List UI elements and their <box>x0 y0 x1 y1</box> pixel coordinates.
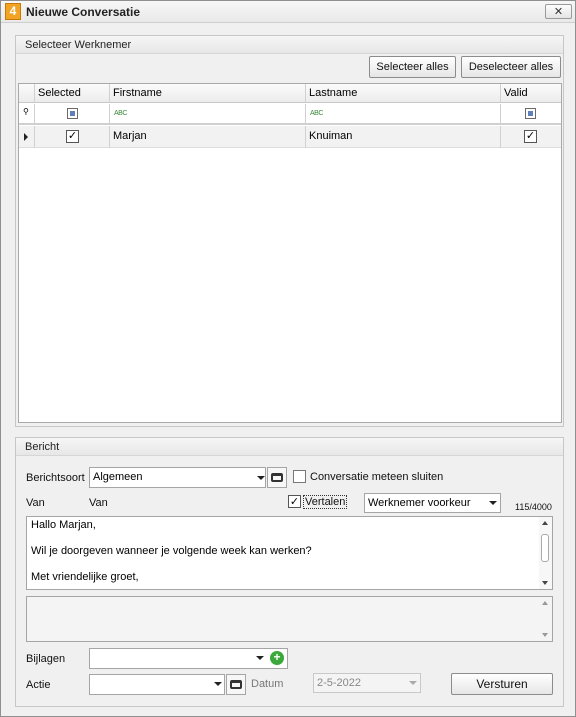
chevron-down-icon <box>214 682 222 686</box>
translate-label[interactable]: Vertalen <box>303 495 348 509</box>
app-icon: 4 <box>5 3 21 20</box>
attachments-select[interactable]: + <box>89 648 288 669</box>
filter-selected-checkbox[interactable] <box>67 108 78 119</box>
date-label: Datum <box>251 678 284 690</box>
binoculars-button[interactable] <box>267 467 287 488</box>
secondary-scrollbar[interactable] <box>539 597 552 641</box>
date-picker: 2-5-2022 <box>313 673 421 693</box>
abc-filter-icon: ABC <box>310 110 323 117</box>
scroll-up-icon <box>542 601 548 605</box>
dialog-window: 4 Nieuwe Conversatie ✕ Selecteer Werknem… <box>0 0 576 717</box>
message-line: Met vriendelijke groet, <box>31 571 139 583</box>
filter-valid[interactable] <box>501 104 561 125</box>
action-select[interactable] <box>89 674 225 695</box>
binoculars-icon <box>230 680 242 689</box>
selected-checkbox[interactable]: ✓ <box>66 130 79 143</box>
date-value: 2-5-2022 <box>317 677 362 689</box>
close-button[interactable]: ✕ <box>545 4 572 19</box>
message-group-caption: Bericht <box>25 441 60 453</box>
current-row-arrow-icon <box>24 133 28 141</box>
column-header-firstname[interactable]: Firstname <box>110 84 306 103</box>
cell-valid[interactable]: ✓ <box>501 126 561 148</box>
message-type-select[interactable]: Algemeen <box>89 467 266 488</box>
add-attachment-icon[interactable]: + <box>270 651 284 665</box>
select-all-button[interactable]: Selecteer alles <box>369 56 456 78</box>
employee-group-caption: Selecteer Werknemer <box>25 39 132 51</box>
chevron-down-icon <box>409 681 417 685</box>
grid-header-indicator <box>19 84 35 103</box>
from-value: Van <box>89 497 108 509</box>
deselect-all-button[interactable]: Deselecteer alles <box>461 56 561 78</box>
character-count: 115/4000 <box>515 502 552 512</box>
cell-selected[interactable]: ✓ <box>35 126 110 148</box>
column-header-lastname[interactable]: Lastname <box>306 84 501 103</box>
filter-row-indicator: ⚲ <box>19 104 35 125</box>
binoculars-icon <box>271 473 283 482</box>
title-bar[interactable]: 4 Nieuwe Conversatie ✕ <box>1 1 575 23</box>
scroll-up-icon <box>542 521 548 525</box>
message-line: Hallo Marjan, <box>31 519 96 531</box>
translate-language-select[interactable]: Werknemer voorkeur <box>364 493 501 513</box>
message-line <box>31 558 312 571</box>
translate-checkbox[interactable]: ✓ <box>288 495 301 508</box>
cell-lastname[interactable]: Knuiman <box>306 126 501 148</box>
message-body-text: Hallo Marjan, Wil je doorgeven wanneer j… <box>31 519 312 584</box>
filter-firstname[interactable]: ABC <box>110 104 306 125</box>
scroll-thumb[interactable] <box>541 534 549 562</box>
cell-firstname[interactable]: Marjan <box>110 126 306 148</box>
message-body-textarea[interactable]: Hallo Marjan, Wil je doorgeven wanneer j… <box>26 516 553 590</box>
message-type-label: Berichtsoort <box>26 472 85 484</box>
row-indicator[interactable] <box>19 126 35 148</box>
employee-grid[interactable]: Selected Firstname Lastname Valid ⚲ ABC … <box>18 83 562 423</box>
from-label: Van <box>26 497 45 509</box>
message-line: Wil je doorgeven wanneer je volgende wee… <box>31 545 312 557</box>
filter-selected[interactable] <box>35 104 110 125</box>
scroll-down-icon <box>542 581 548 585</box>
attachments-label: Bijlagen <box>26 653 66 665</box>
message-line <box>31 532 312 545</box>
message-scrollbar[interactable] <box>539 517 552 589</box>
column-header-valid[interactable]: Valid <box>501 84 561 103</box>
action-binoculars-button[interactable] <box>226 674 246 695</box>
chevron-down-icon <box>256 656 264 660</box>
valid-checkbox[interactable]: ✓ <box>524 130 537 143</box>
close-icon: ✕ <box>553 5 564 18</box>
filter-valid-checkbox[interactable] <box>525 108 536 119</box>
chevron-down-icon <box>257 476 265 480</box>
column-header-selected[interactable]: Selected <box>35 84 110 103</box>
send-button[interactable]: Versturen <box>451 673 553 695</box>
secondary-textarea[interactable] <box>26 596 553 642</box>
message-group-header: Bericht <box>16 438 563 456</box>
window-title: Nieuwe Conversatie <box>26 5 141 19</box>
abc-filter-icon: ABC <box>114 110 127 117</box>
action-label: Actie <box>26 679 51 691</box>
close-conversation-checkbox[interactable] <box>293 470 306 483</box>
filter-icon: ⚲ <box>23 107 29 116</box>
filter-lastname[interactable]: ABC <box>306 104 501 125</box>
chevron-down-icon <box>489 501 497 505</box>
translate-language-value: Werknemer voorkeur <box>368 497 471 509</box>
message-type-value: Algemeen <box>93 471 143 483</box>
employee-group-header: Selecteer Werknemer <box>16 36 563 54</box>
close-conversation-label[interactable]: Conversatie meteen sluiten <box>310 471 443 483</box>
scroll-down-icon <box>542 633 548 637</box>
